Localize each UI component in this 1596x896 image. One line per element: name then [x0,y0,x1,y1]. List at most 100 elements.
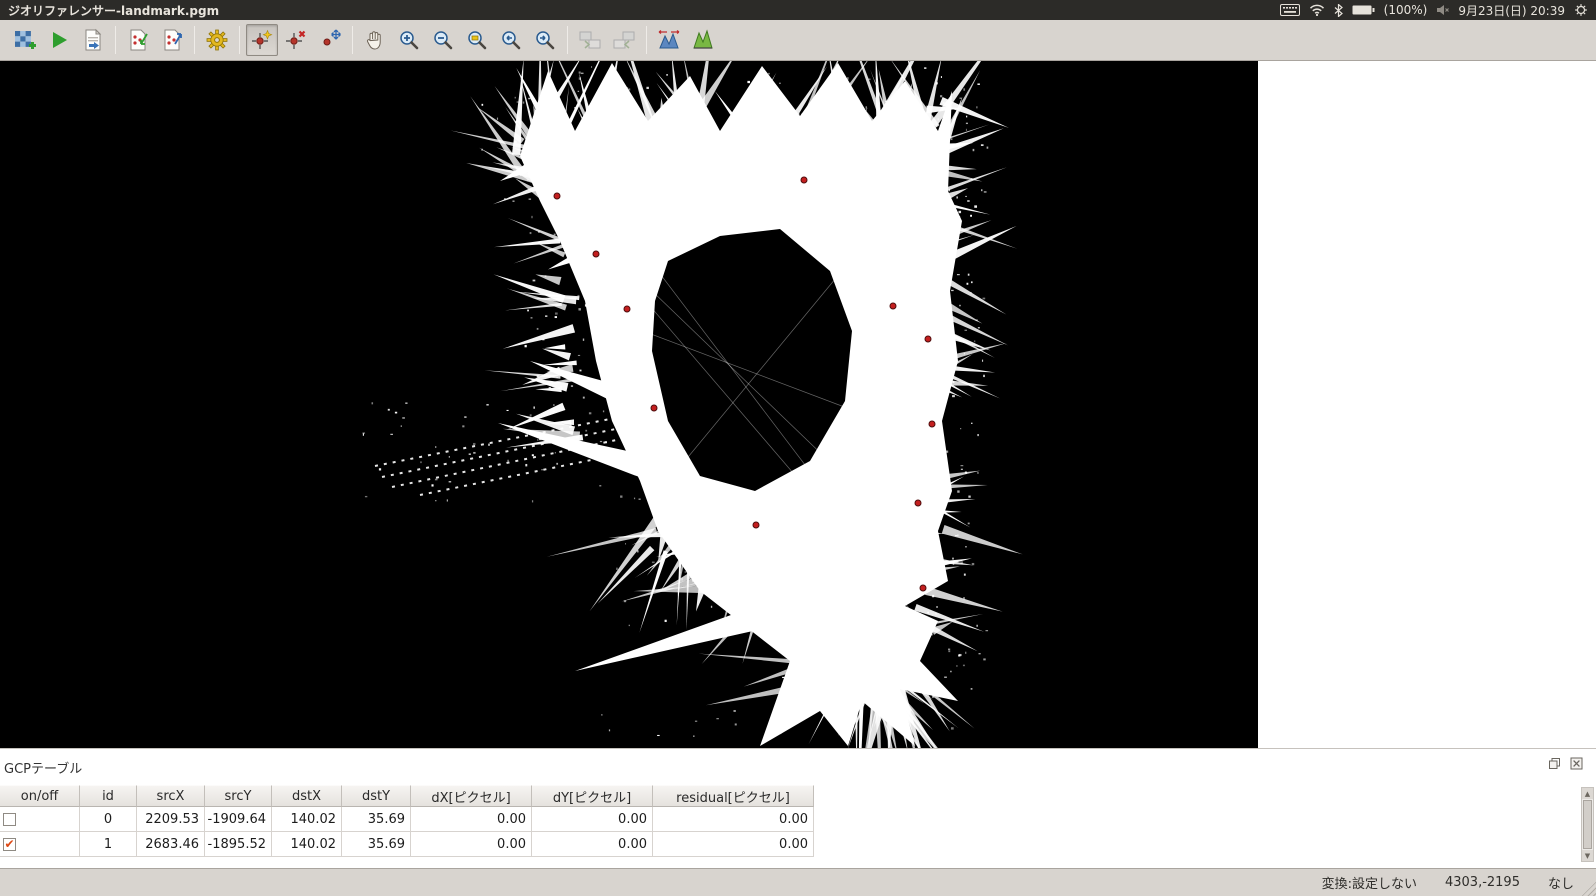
toolbar-separator [194,26,195,54]
gcp-cell-dx[interactable]: 0.00 [411,807,532,832]
window-title: ジオリファレンサー-landmark.pgm [8,3,220,18]
column-header-dstx[interactable]: dstX [272,785,342,807]
close-icon [1570,757,1583,770]
zoom-next-button[interactable] [529,24,561,56]
gcp-cell-dx[interactable]: 0.00 [411,832,532,857]
scroll-down-arrow-icon[interactable]: ▼ [1582,850,1593,861]
bluetooth-icon[interactable] [1334,3,1343,17]
column-header-id[interactable]: id [80,785,137,807]
wifi-icon[interactable] [1309,4,1325,16]
top-system-bar: ジオリファレンサー-landmark.pgm (100%) 9月23日(日) 2… [0,0,1596,20]
gcp-marker[interactable] [924,335,932,343]
generate-gdal-script-button[interactable] [77,24,109,56]
gcp-cell-srcx[interactable]: 2683.46 [137,832,205,857]
link-qgis-to-georeferencer-button[interactable] [608,24,640,56]
georeferencer-toolbar [0,20,1596,61]
column-header-dx[interactable]: dX[ピクセル] [411,785,532,807]
gcp-onoff-checkbox[interactable] [3,812,16,826]
resize-grip[interactable] [1581,881,1596,896]
panel-float-button[interactable] [1547,756,1562,771]
system-tray: (100%) 9月23日(日) 20:39 [1279,2,1596,19]
load-gcp-points-button[interactable] [122,24,154,56]
gcp-onoff-checkbox[interactable]: ✔ [3,837,16,851]
gcp-cell-id[interactable]: 0 [80,807,137,832]
column-header-srcx[interactable]: srcX [137,785,205,807]
column-header-dsty[interactable]: dstY [342,785,411,807]
gcp-cell-dy[interactable]: 0.00 [532,807,653,832]
gcp-cell-srcy[interactable]: -1909.64 [205,807,272,832]
gcp-cell-residual[interactable]: 0.00 [653,832,814,857]
play-icon [53,32,67,48]
gcp-marker[interactable] [592,250,600,258]
save-gcp-points-button[interactable] [156,24,188,56]
gcp-cell-srcx[interactable]: 2209.53 [137,807,205,832]
start-georeferencing-button[interactable] [43,24,75,56]
link-georeferencer-to-qgis-button[interactable] [574,24,606,56]
column-header-dy[interactable]: dY[ピクセル] [532,785,653,807]
gcp-marker[interactable] [553,192,561,200]
local-histogram-stretch-button[interactable] [687,24,719,56]
load-gcp-icon [130,29,148,51]
column-header-residual[interactable]: residual[ピクセル] [653,785,814,807]
gcp-marker[interactable] [914,499,922,507]
full-histogram-icon [658,30,680,49]
gcp-panel: GCPテーブル on/off id srcX srcY dstX dstY dX[ピクセル]… [0,748,1596,868]
transform-status: 変換:設定しない [1321,877,1417,892]
zoom-out-button[interactable] [427,24,459,56]
move-point-button[interactable] [314,24,346,56]
full-histogram-stretch-button[interactable] [653,24,685,56]
battery-icon[interactable] [1352,4,1375,16]
gcp-marker[interactable] [889,302,897,310]
gcp-panel-title: GCPテーブル [4,762,83,777]
scroll-up-arrow-icon[interactable]: ▲ [1582,788,1593,799]
add-point-button[interactable] [246,24,278,56]
column-header-srcy[interactable]: srcY [205,785,272,807]
scrollbar-thumb[interactable] [1583,800,1592,849]
toolbar-separator [239,26,240,54]
gcp-cell-residual[interactable]: 0.00 [653,807,814,832]
link-windows-icon [579,31,601,49]
transformation-settings-button[interactable] [201,24,233,56]
link-windows-reverse-icon [613,31,635,49]
gcp-cell-srcy[interactable]: -1895.52 [205,832,272,857]
gcp-marker[interactable] [650,404,658,412]
gcp-table-row-0[interactable]: 0 2209.53 -1909.64 140.02 35.69 0.00 0.00 0.00 [0,807,814,832]
gcp-marker[interactable] [928,420,936,428]
gcp-cell-dstx[interactable]: 140.02 [272,807,342,832]
gcp-cell-dstx[interactable]: 140.02 [272,832,342,857]
volume-muted-icon[interactable] [1436,4,1450,16]
gcp-cell-dy[interactable]: 0.00 [532,832,653,857]
panel-close-button[interactable] [1569,756,1584,771]
cursor-coordinates: 4303,-2195 [1444,875,1520,890]
battery-percentage: (100%) [1383,3,1428,17]
open-raster-button[interactable] [9,24,41,56]
gcp-marker[interactable] [752,521,760,529]
gcp-marker[interactable] [623,305,631,313]
zoom-to-layer-button[interactable] [461,24,493,56]
zoom-last-icon [502,31,521,50]
rotation-status: なし [1547,877,1574,892]
gcp-marker[interactable] [800,176,808,184]
session-gear-icon[interactable] [1574,3,1588,17]
gcp-table-row-1[interactable]: ✔ 1 2683.46 -1895.52 140.02 35.69 0.00 0.00 0.00 [0,832,814,857]
add-point-icon [252,29,273,49]
panel-vertical-scrollbar[interactable]: ▲ ▼ [1581,787,1594,862]
gcp-cell-dsty[interactable]: 35.69 [342,807,411,832]
landmark-map-image [362,61,1023,748]
delete-point-button[interactable] [280,24,312,56]
zoom-in-button[interactable] [393,24,425,56]
gcp-cell-dsty[interactable]: 35.69 [342,832,411,857]
zoom-last-button[interactable] [495,24,527,56]
gcp-cell-id[interactable]: 1 [80,832,137,857]
gdal-script-icon [85,28,102,51]
keyboard-icon[interactable] [1279,4,1300,16]
clock: 9月23日(日) 20:39 [1458,3,1565,18]
toolbar-separator [567,26,568,54]
zoom-to-layer-icon [468,31,487,50]
pan-button[interactable] [359,24,391,56]
column-header-onoff[interactable]: on/off [0,785,80,807]
gcp-marker[interactable] [919,584,927,592]
move-point-icon [323,29,341,46]
open-raster-icon [15,31,36,49]
raster-canvas[interactable] [0,61,1258,748]
